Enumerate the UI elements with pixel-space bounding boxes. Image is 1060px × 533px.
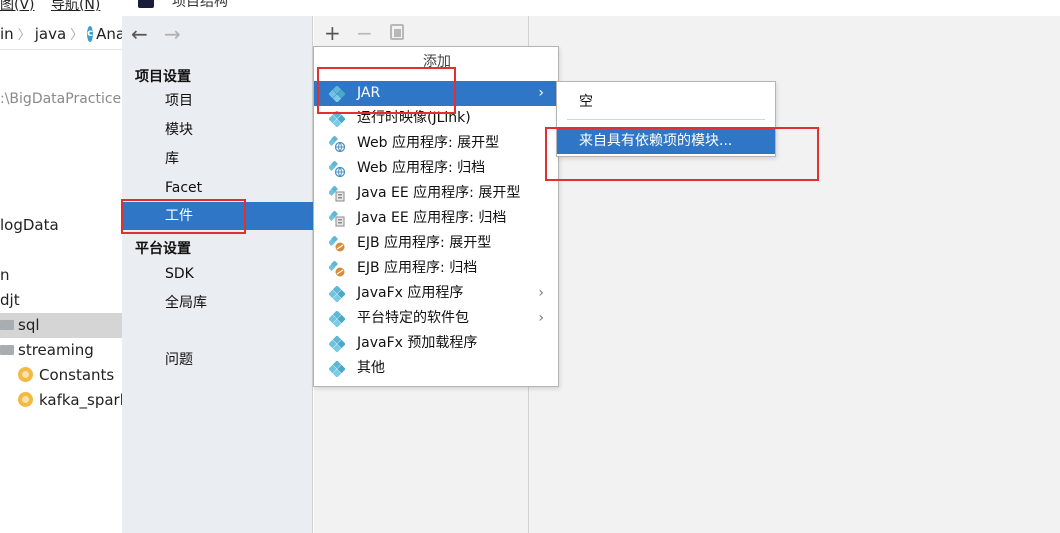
background-ide-window: 图(V) 导航(N) in 〉 java 〉 c Ana :\BigDataPr…	[0, 0, 122, 533]
menu-item-label: Web 应用程序: 归档	[357, 160, 486, 176]
chevron-right-icon: ›	[538, 285, 544, 301]
menu-item-label: JAR	[357, 85, 381, 101]
menu-item[interactable]: 平台特定的软件包 ›	[314, 306, 558, 331]
back-arrow-icon[interactable]: ←	[131, 24, 148, 44]
object-icon	[18, 367, 33, 382]
ejb-icon	[327, 260, 345, 277]
dialog-title: 项目结构	[172, 0, 228, 10]
menu-item[interactable]: JavaFx 预加载程序	[314, 331, 558, 356]
menu-item-label: EJB 应用程序: 展开型	[357, 235, 492, 251]
class-icon: c	[87, 25, 94, 42]
tree-item-n[interactable]: n	[0, 263, 10, 288]
folder-icon	[0, 345, 14, 355]
menu-item-label: Java EE 应用程序: 归档	[357, 210, 507, 226]
menu-item-label: 运行时映像(JLink)	[357, 110, 471, 126]
add-button[interactable]: +	[324, 23, 341, 43]
menu-item[interactable]: Java EE 应用程序: 归档	[314, 206, 558, 231]
menu-title: 添加	[423, 54, 451, 70]
diamond-icon	[328, 335, 346, 353]
menu-divider	[567, 119, 765, 120]
menu-item[interactable]: Web 应用程序: 展开型	[314, 131, 558, 156]
diamond-icon	[328, 110, 346, 128]
nav-item-global-libraries[interactable]: 全局库	[122, 289, 313, 317]
menu-item-label: Web 应用程序: 展开型	[357, 135, 500, 151]
chevron-right-icon: ›	[538, 85, 544, 101]
nav-item-libraries[interactable]: 库	[122, 145, 313, 173]
submenu-item-from-modules[interactable]: 来自具有依赖项的模块...	[557, 129, 775, 154]
add-artifact-menu: 添加 JAR › 运行时映像(JLink) Web 应用程序: 展开型 Web 应用程序…	[313, 46, 559, 387]
nav-item-project[interactable]: 项目	[122, 87, 313, 115]
menu-item[interactable]: 其他	[314, 356, 558, 381]
tree-item-label: streaming	[18, 341, 94, 359]
folder-icon	[0, 320, 14, 330]
tree-item-djt[interactable]: djt	[0, 288, 20, 313]
ide-menubar: 图(V) 导航(N)	[0, 0, 112, 13]
menu-item-label: Java EE 应用程序: 展开型	[357, 185, 521, 201]
platform-settings-header: 平台设置	[135, 241, 191, 257]
tree-item-streaming[interactable]: streaming	[0, 338, 94, 363]
object-icon	[18, 392, 33, 407]
nav-item-problems[interactable]: 问题	[122, 346, 313, 374]
menu-item[interactable]: JavaFx 应用程序 ›	[314, 281, 558, 306]
menu-view[interactable]: 图(V)	[0, 0, 35, 13]
copy-icon[interactable]	[390, 24, 404, 40]
menu-item[interactable]: Java EE 应用程序: 展开型	[314, 181, 558, 206]
chevron-right-icon: 〉	[70, 28, 84, 43]
web-app-icon	[327, 160, 346, 178]
intellij-logo-icon	[138, 0, 154, 8]
nav-item-sdks[interactable]: SDK	[122, 260, 313, 288]
menu-item[interactable]: Web 应用程序: 归档	[314, 156, 558, 181]
menu-item[interactable]: 运行时映像(JLink)	[314, 106, 558, 131]
menu-item[interactable]: EJB 应用程序: 展开型	[314, 231, 558, 256]
chevron-right-icon: ›	[538, 310, 544, 326]
tree-item-kafka[interactable]: kafka_spark	[18, 388, 122, 413]
tree-item-constants[interactable]: Constants	[18, 363, 114, 388]
ejb-icon	[327, 235, 345, 252]
javaee-icon	[327, 210, 345, 227]
web-app-icon	[327, 135, 346, 153]
jar-submenu: 空 来自具有依赖项的模块...	[556, 81, 776, 157]
forward-arrow-icon[interactable]: →	[164, 24, 181, 44]
nav-item-modules[interactable]: 模块	[122, 116, 313, 144]
menu-item-label: 平台特定的软件包	[357, 310, 469, 326]
javaee-icon	[327, 185, 345, 202]
menu-item-label: 其他	[357, 360, 385, 376]
diamond-icon	[328, 285, 346, 303]
dialog-title-bar: 项目结构	[122, 0, 1060, 16]
menu-navigate[interactable]: 导航(N)	[51, 0, 100, 13]
submenu-item-empty[interactable]: 空	[557, 90, 775, 114]
remove-button[interactable]: −	[356, 23, 373, 43]
tree-item-label: kafka_spark	[39, 391, 122, 409]
breadcrumb-item[interactable]: Ana	[96, 25, 122, 43]
breadcrumb: in 〉 java 〉 c Ana	[0, 18, 122, 50]
chevron-right-icon: 〉	[17, 28, 31, 43]
diamond-icon	[328, 360, 346, 378]
nav-item-facets[interactable]: Facet	[122, 174, 313, 202]
tree-item-sql[interactable]: sql	[0, 313, 122, 338]
menu-item[interactable]: EJB 应用程序: 归档	[314, 256, 558, 281]
breadcrumb-item[interactable]: in	[0, 25, 14, 43]
menu-item-label: JavaFx 预加载程序	[357, 335, 478, 351]
menu-item-label: JavaFx 应用程序	[357, 285, 464, 301]
tree-item-label: Constants	[39, 366, 115, 384]
tree-item-label: sql	[18, 316, 40, 334]
project-path: :\BigDataPractice	[0, 91, 122, 107]
breadcrumb-item[interactable]: java	[35, 25, 66, 43]
settings-navigation: ← → 项目设置 项目 模块 库 Facet 工件 平台设置 SDK 全局库 问…	[122, 16, 313, 533]
diamond-icon	[328, 85, 346, 103]
menu-item-label: EJB 应用程序: 归档	[357, 260, 478, 276]
diamond-icon	[328, 310, 346, 328]
project-settings-header: 项目设置	[135, 69, 191, 85]
nav-item-artifacts[interactable]: 工件	[122, 202, 313, 230]
menu-item[interactable]: JAR ›	[314, 81, 558, 106]
tree-item-logdata[interactable]: logData	[0, 213, 59, 238]
